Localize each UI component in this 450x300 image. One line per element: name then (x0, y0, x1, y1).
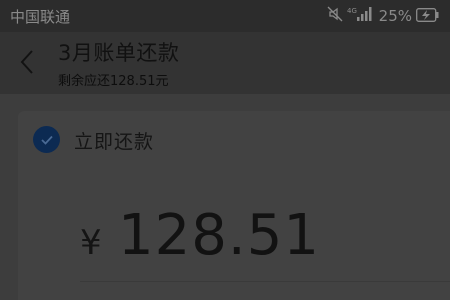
mute-icon (327, 6, 343, 26)
battery-charging-icon (416, 7, 440, 26)
signal-icon: 4G (347, 6, 373, 26)
currency-symbol: ¥ (80, 223, 102, 263)
main-content: 立即还款 ¥ 128.51 修 (0, 94, 450, 300)
repayment-card: 立即还款 ¥ 128.51 修 (18, 111, 450, 300)
check-circle-icon[interactable] (33, 126, 60, 153)
battery-percent: 25% (378, 7, 412, 25)
repay-now-option-label[interactable]: 立即还款 (74, 127, 154, 154)
page-header: 3月账单还款 剩余应还128.51元 (0, 32, 450, 94)
chevron-left-icon (20, 50, 33, 74)
remaining-amount-subtitle: 剩余应还128.51元 (58, 74, 169, 89)
status-icons: 4G 25% (327, 6, 440, 26)
status-bar: 中国联通 4G 25% (0, 0, 450, 32)
page-title: 3月账单还款 (58, 41, 180, 65)
network-type-label: 4G (347, 7, 357, 15)
divider (80, 281, 450, 282)
amount-value: 128.51 (118, 203, 320, 268)
screen: 中国联通 4G 25% 3月账单还款 剩余应还128.51元 立即还款 ¥ 12… (0, 0, 450, 300)
carrier-name: 中国联通 (10, 8, 71, 26)
back-button[interactable] (12, 44, 44, 80)
